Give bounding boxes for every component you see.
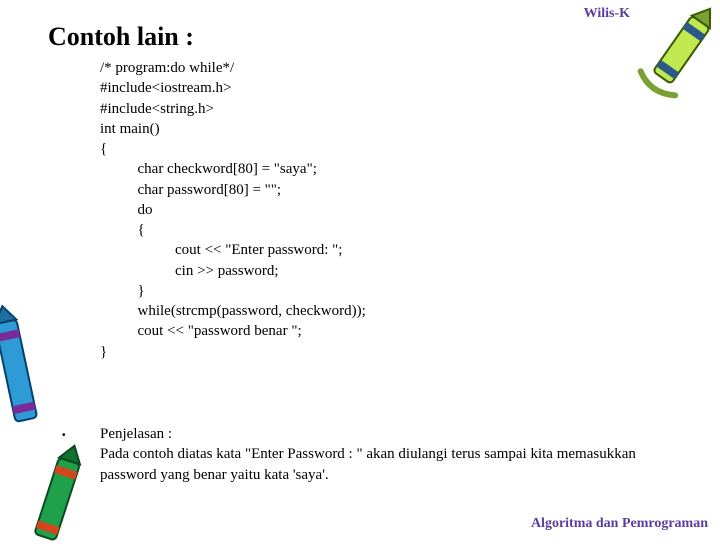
footer-course: Algoritma dan Pemrograman xyxy=(531,516,708,532)
explanation: Penjelasan : Pada contoh diatas kata "En… xyxy=(100,424,670,485)
page-title: Contoh lain : xyxy=(48,22,194,52)
crayon-green-icon xyxy=(630,0,720,105)
explain-body: Pada contoh diatas kata "Enter Password … xyxy=(100,446,636,482)
header-author: Wilis-K xyxy=(584,6,630,22)
code-block: /* program:do while*/ #include<iostream.… xyxy=(100,58,366,362)
explain-heading: Penjelasan : xyxy=(100,426,172,442)
crayon-green2-icon xyxy=(20,440,100,560)
crayon-blue-icon xyxy=(0,300,60,450)
